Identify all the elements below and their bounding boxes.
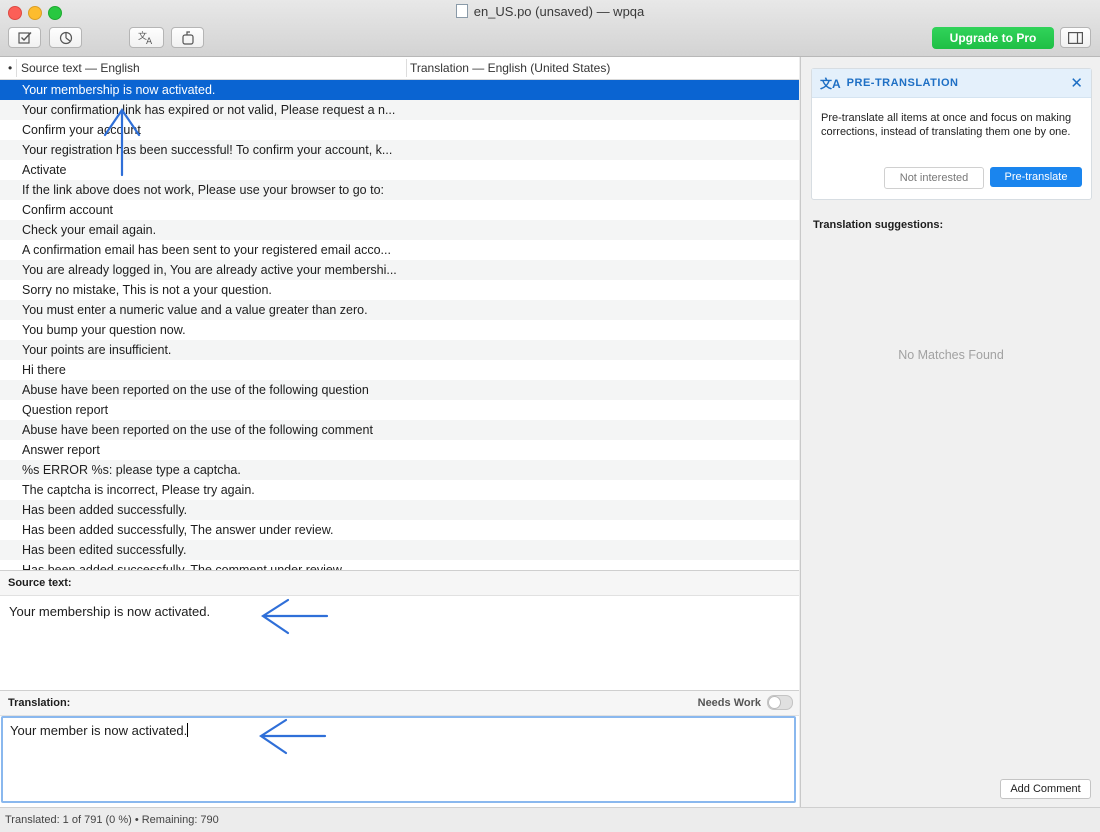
list-item[interactable]: Has been edited successfully. (0, 540, 799, 560)
list-item[interactable]: You must enter a numeric value and a val… (0, 300, 799, 320)
needs-work-label: Needs Work (697, 696, 761, 709)
translation-label: Translation: (0, 691, 799, 716)
title-bar: en_US.po (unsaved) — wpqa 文A Upgrade to … (0, 0, 1100, 57)
sidebar: 文A PRE-TRANSLATION ✕ Pre-translate all i… (800, 57, 1100, 807)
list-item[interactable]: Confirm account (0, 200, 799, 220)
list-item[interactable]: A confirmation email has been sent to yo… (0, 240, 799, 260)
list-item[interactable]: Abuse have been reported on the use of t… (0, 420, 799, 440)
source-text-value: Your membership is now activated. (9, 604, 211, 619)
list-item[interactable]: Has been added successfully, The comment… (0, 560, 799, 570)
list-item[interactable]: The captcha is incorrect, Please try aga… (0, 480, 799, 500)
update-from-source-button[interactable] (171, 27, 204, 48)
list-item[interactable]: Check your email again. (0, 220, 799, 240)
list-item[interactable]: Has been added successfully. (0, 500, 799, 520)
close-icon[interactable]: ✕ (1070, 74, 1083, 92)
translate-icon: 文A (820, 76, 841, 91)
not-interested-button[interactable]: Not interested (884, 167, 984, 189)
document-icon (455, 4, 468, 18)
list-item[interactable]: Answer report (0, 440, 799, 460)
list-item[interactable]: You are already logged in, You are alrea… (0, 260, 799, 280)
list-item[interactable]: Abuse have been reported on the use of t… (0, 380, 799, 400)
translation-column-header[interactable]: Translation — English (United States) (410, 61, 610, 75)
pretranslation-card: 文A PRE-TRANSLATION ✕ Pre-translate all i… (811, 68, 1092, 200)
list-item[interactable]: If the link above does not work, Please … (0, 180, 799, 200)
pretranslation-description: Pre-translate all items at once and focu… (821, 112, 1072, 138)
add-comment-button[interactable]: Add Comment (1000, 779, 1091, 799)
needs-work-toggle-group: Needs Work (698, 695, 793, 710)
list-item[interactable]: Hi there (0, 360, 799, 380)
translation-suggestions-label: Translation suggestions: (813, 219, 944, 231)
list-header: • Source text — English Translation — En… (0, 57, 799, 80)
list-item[interactable]: Activate (0, 160, 799, 180)
sidebar-icon (1068, 31, 1083, 44)
list-item[interactable]: Your membership is now activated. (0, 80, 799, 100)
text-caret (187, 723, 189, 737)
translation-input[interactable]: Your member is now activated. (1, 716, 796, 803)
status-column-header[interactable]: • (8, 61, 12, 75)
status-bar: Translated: 1 of 791 (0 %) • Remaining: … (0, 807, 1100, 832)
list-item[interactable]: You bump your question now. (0, 320, 799, 340)
source-column-header[interactable]: Source text — English (21, 61, 140, 75)
no-matches-message: No Matches Found (898, 348, 1004, 362)
window-title: en_US.po (unsaved) — wpqa (0, 4, 1100, 19)
validate-button[interactable] (8, 27, 41, 48)
checkbox-icon (17, 32, 32, 44)
source-text-label: Source text: (0, 571, 799, 596)
list-item[interactable]: %s ERROR %s: please type a captcha. (0, 460, 799, 480)
list-item[interactable]: Your points are insufficient. (0, 340, 799, 360)
list-item[interactable]: Sorry no mistake, This is not a your que… (0, 280, 799, 300)
list-item[interactable]: Confirm your account (0, 120, 799, 140)
list-item[interactable]: Has been added successfully, The answer … (0, 520, 799, 540)
statistics-button[interactable] (49, 27, 82, 48)
update-icon (181, 30, 194, 45)
translation-panel: Translation: Needs Work Your member is n… (0, 690, 799, 808)
pie-chart-icon (59, 31, 72, 44)
translate-icon: 文A (138, 30, 153, 45)
toggle-sidebar-button[interactable] (1060, 27, 1091, 48)
upgrade-to-pro-button[interactable]: Upgrade to Pro (932, 27, 1054, 49)
list-item[interactable]: Question report (0, 400, 799, 420)
svg-text:A: A (146, 37, 153, 45)
list-item[interactable]: Your registration has been successful! T… (0, 140, 799, 160)
pretranslation-title: PRE-TRANSLATION (846, 77, 959, 89)
pretranslate-button[interactable]: 文A (129, 27, 164, 48)
strings-list[interactable]: Your membership is now activated. Your co… (0, 80, 799, 570)
pretranslate-action-button[interactable]: Pre-translate (990, 167, 1082, 187)
source-text-panel: Source text: Your membership is now acti… (0, 570, 799, 691)
needs-work-toggle[interactable] (767, 695, 793, 710)
list-item[interactable]: Your confirmation link has expired or no… (0, 100, 799, 120)
editor-pane: • Source text — English Translation — En… (0, 57, 799, 808)
